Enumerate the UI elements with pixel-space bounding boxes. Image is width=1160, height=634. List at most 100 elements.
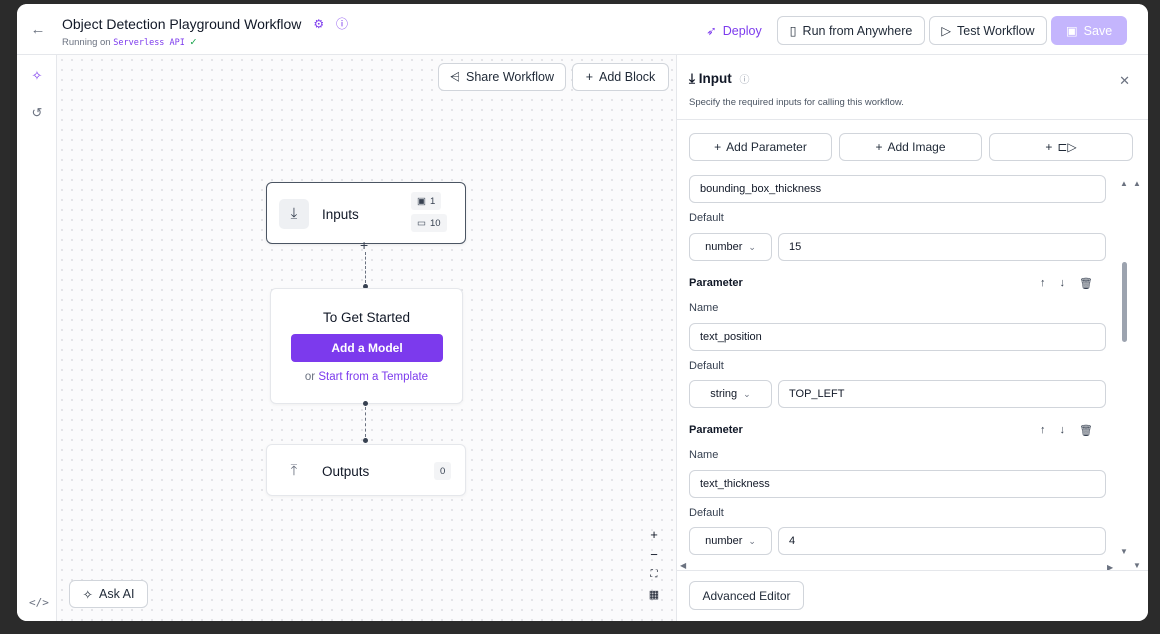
default-value-field[interactable]: TOP_LEFT	[778, 380, 1106, 408]
get-started-node: To Get Started Add a Model or Start from…	[270, 288, 463, 404]
top-bar: ← Object Detection Playground Workflow ⚙…	[17, 4, 1148, 55]
type-select-value: number	[705, 535, 743, 547]
inputs-node-label: Inputs	[322, 207, 359, 222]
chevron-down-icon: ⌄	[748, 535, 756, 546]
default-value-field[interactable]: 4	[778, 527, 1106, 555]
param-name-field[interactable]: text_position	[689, 323, 1106, 351]
settings-icon[interactable]: ⚙	[313, 17, 324, 31]
scroll-down-icon[interactable]: ▼	[1133, 561, 1141, 570]
param-name-value: text_thickness	[700, 478, 770, 490]
start-from-template-link[interactable]: Start from a Template	[318, 371, 428, 383]
parameter-icon: ▭	[417, 217, 426, 229]
status-target: Serverless API	[113, 38, 185, 48]
workflow-status: Running on Serverless API ✓	[62, 37, 198, 48]
parameter-actions: ↑ ↓ 🗑	[1040, 277, 1093, 290]
share-workflow-button[interactable]: ⩤ Share Workflow	[438, 63, 566, 91]
move-down-icon[interactable]: ↓	[1060, 424, 1066, 437]
vertical-scrollbar[interactable]	[1122, 262, 1127, 342]
zoom-out-icon[interactable]: −	[644, 545, 664, 565]
add-image-button[interactable]: + Add Image	[839, 133, 982, 161]
sparkle-icon: ✧	[82, 587, 94, 602]
panel-title: ⤓ Input ⓘ	[689, 71, 750, 87]
help-icon[interactable]: ⓘ	[740, 75, 750, 86]
panel-footer: Advanced Editor	[677, 570, 1148, 621]
type-select[interactable]: number ⌄	[689, 527, 772, 555]
help-icon[interactable]: ⓘ	[336, 15, 348, 32]
type-select[interactable]: string ⌄	[689, 380, 772, 408]
move-down-icon[interactable]: ↓	[1060, 277, 1066, 290]
run-from-anywhere-label: Run from Anywhere	[802, 23, 913, 38]
code-icon[interactable]: </>	[29, 595, 49, 611]
test-workflow-button[interactable]: ▷ Test Workflow	[929, 16, 1047, 45]
type-select-value: number	[705, 241, 743, 253]
chevron-down-icon: ⌄	[748, 241, 756, 252]
type-select[interactable]: number ⌄	[689, 233, 772, 261]
scroll-down-icon[interactable]: ▼	[1120, 547, 1128, 556]
run-from-anywhere-button[interactable]: ▯ Run from Anywhere	[777, 16, 925, 45]
chevron-down-icon: ⌄	[743, 388, 751, 399]
outputs-count-badge: 0	[434, 462, 452, 480]
save-button[interactable]: ▣ Save	[1051, 16, 1127, 45]
phone-icon: ▯	[789, 24, 797, 38]
left-rail: ✧ ↺ </>	[17, 55, 57, 621]
add-block-button[interactable]: + Add Block	[572, 63, 669, 91]
scroll-up-icon[interactable]: ▲	[1120, 179, 1128, 188]
start-from-template-line: or Start from a Template	[271, 371, 462, 383]
add-parameter-button[interactable]: + Add Parameter	[689, 133, 832, 161]
sparkle-icon[interactable]: ✧	[29, 68, 45, 84]
zoom-in-icon[interactable]: +	[644, 525, 664, 545]
add-parameter-label: Add Parameter	[726, 140, 807, 154]
deploy-label: Deploy	[722, 23, 762, 38]
history-icon[interactable]: ↺	[29, 105, 45, 121]
workflow-title-text: Object Detection Playground Workflow	[62, 16, 302, 32]
deploy-button[interactable]: ➶ Deploy	[700, 16, 768, 45]
download-icon: ⤓	[689, 71, 695, 86]
default-value-field[interactable]: 15	[778, 233, 1106, 261]
ask-ai-label: Ask AI	[99, 587, 135, 601]
inputs-node[interactable]: ⤓ Inputs ▣ 1 ▭ 10	[266, 182, 466, 244]
parameter-heading: Parameter	[689, 424, 743, 436]
trash-icon[interactable]: 🗑	[1079, 277, 1093, 290]
add-model-button[interactable]: Add a Model	[291, 334, 443, 362]
add-connection-icon[interactable]: +	[360, 238, 368, 252]
default-value: 15	[789, 241, 802, 253]
trash-icon[interactable]: 🗑	[1079, 424, 1093, 437]
back-arrow-icon[interactable]: ←	[30, 22, 46, 38]
status-check-icon: ✓	[189, 37, 198, 48]
share-workflow-label: Share Workflow	[466, 70, 554, 84]
param-name-field[interactable]: text_thickness	[689, 470, 1106, 498]
image-icon: ▣	[417, 195, 426, 207]
param-name-field[interactable]: bounding_box_thickness	[689, 175, 1106, 203]
edge-handle	[363, 401, 368, 406]
save-label: Save	[1083, 23, 1113, 38]
play-icon: ▷	[941, 24, 952, 38]
move-up-icon[interactable]: ↑	[1040, 424, 1046, 437]
default-value: 4	[789, 535, 796, 547]
default-value: TOP_LEFT	[789, 388, 845, 400]
ask-ai-button[interactable]: ✧ Ask AI	[69, 580, 148, 608]
edge-handle	[363, 438, 368, 443]
scroll-up-icon[interactable]: ▲	[1133, 179, 1141, 188]
share-icon: ⩤	[449, 69, 460, 84]
fit-view-icon[interactable]: ⛶	[644, 565, 664, 585]
plus-icon: +	[1045, 140, 1053, 154]
type-select-value: string	[710, 388, 738, 400]
minimap-icon[interactable]: ▦	[644, 585, 664, 605]
outputs-node[interactable]: ⤒ Outputs 0	[266, 444, 466, 496]
workflow-canvas[interactable]: ⩤ Share Workflow + Add Block ⤓ Inputs ▣ …	[57, 55, 676, 621]
app-window: ← Object Detection Playground Workflow ⚙…	[17, 4, 1148, 621]
add-video-button[interactable]: + ⊏▷	[989, 133, 1133, 161]
param-name-value: bounding_box_thickness	[700, 183, 822, 195]
move-up-icon[interactable]: ↑	[1040, 277, 1046, 290]
image-count-badge: ▣ 1	[411, 192, 442, 210]
default-label: Default	[689, 360, 724, 372]
plus-icon: +	[585, 70, 594, 84]
get-started-title: To Get Started	[322, 310, 411, 325]
close-icon[interactable]: ✕	[1119, 73, 1130, 89]
scroll-left-icon[interactable]: ◀	[680, 561, 686, 570]
download-icon: ⤓	[279, 199, 309, 229]
advanced-editor-button[interactable]: Advanced Editor	[689, 581, 804, 610]
panel-title-text: Input	[698, 71, 732, 86]
add-block-label: Add Block	[599, 70, 656, 84]
param-name-value: text_position	[700, 331, 762, 343]
